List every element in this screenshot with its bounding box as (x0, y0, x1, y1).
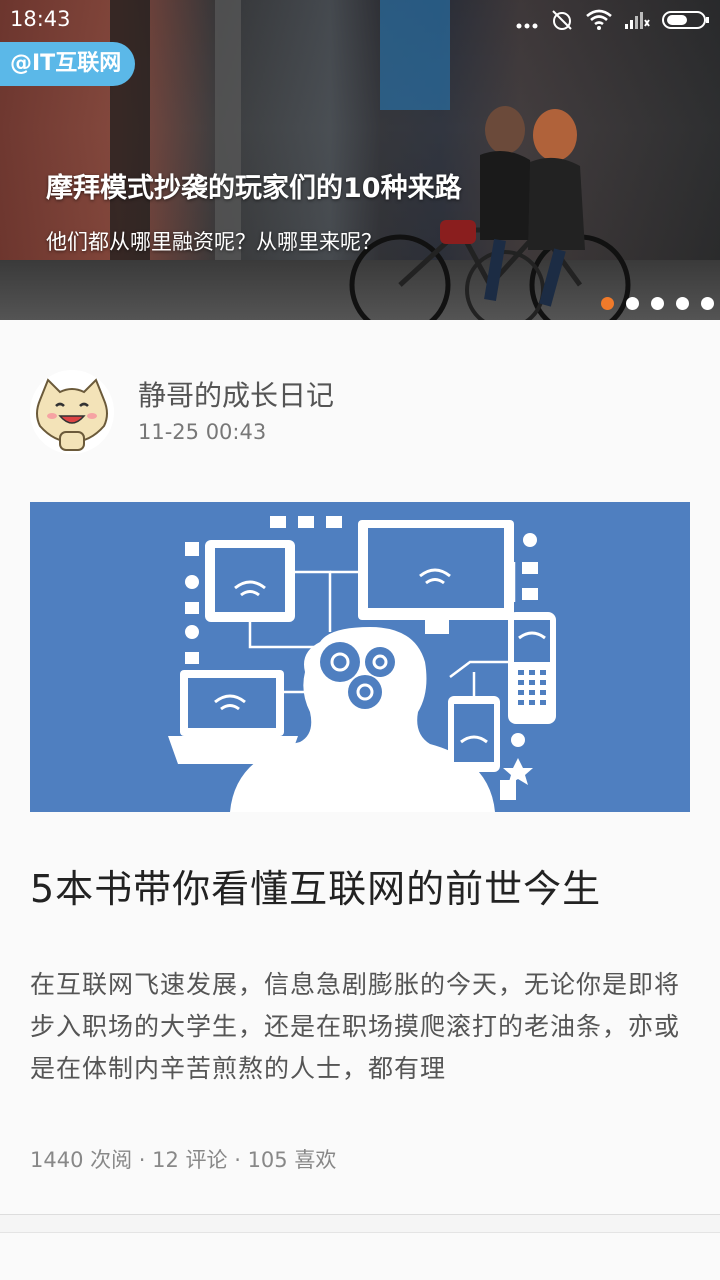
alarm-off-icon (550, 8, 574, 37)
banner-pager[interactable] (601, 297, 714, 310)
status-time: 18:43 (10, 7, 71, 31)
article-stats: 1440 次阅 · 12 评论 · 105 喜欢 (30, 1148, 337, 1172)
wifi-icon (586, 9, 612, 36)
author-name[interactable]: 静哥的成长日记 (138, 374, 334, 414)
article-cover-image[interactable] (30, 502, 690, 812)
cyclists-illustration (349, 106, 631, 320)
pager-dot[interactable] (701, 297, 714, 310)
pager-dot-active[interactable] (601, 297, 614, 310)
battery-icon (662, 10, 710, 35)
article-excerpt[interactable]: 在互联网飞速发展，信息急剧膨胀的今天，无论你是即将步入职场的大学生，还是在职场摸… (30, 964, 694, 1092)
more-dots-icon (516, 11, 538, 35)
banner-subtitle: 他们都从哪里融资呢？从哪里来呢？ (46, 230, 382, 254)
signal-icon (624, 10, 650, 35)
article-card[interactable]: 静哥的成长日记 11-25 00:43 5本书带你看懂互联网的前世今生 在互联网… (0, 320, 720, 1215)
status-bar: 18:43 (0, 0, 720, 40)
featured-banner[interactable]: 18:43 @IT互联网 摩拜模式抄袭的玩家们的10种来路 他们都从哪里融资呢？… (0, 0, 720, 320)
article-title[interactable]: 5本书带你看懂互联网的前世今生 (30, 858, 601, 913)
post-date: 11-25 00:43 (138, 420, 267, 444)
next-card-edge (0, 1232, 720, 1280)
category-tag[interactable]: @IT互联网 (0, 42, 136, 86)
author-avatar[interactable] (30, 370, 114, 454)
pager-dot[interactable] (626, 297, 639, 310)
cat-avatar-icon (30, 370, 114, 454)
internet-head-illustration (168, 516, 556, 812)
pager-dot[interactable] (676, 297, 689, 310)
banner-title[interactable]: 摩拜模式抄袭的玩家们的10种来路 (46, 166, 462, 205)
pager-dot[interactable] (651, 297, 664, 310)
